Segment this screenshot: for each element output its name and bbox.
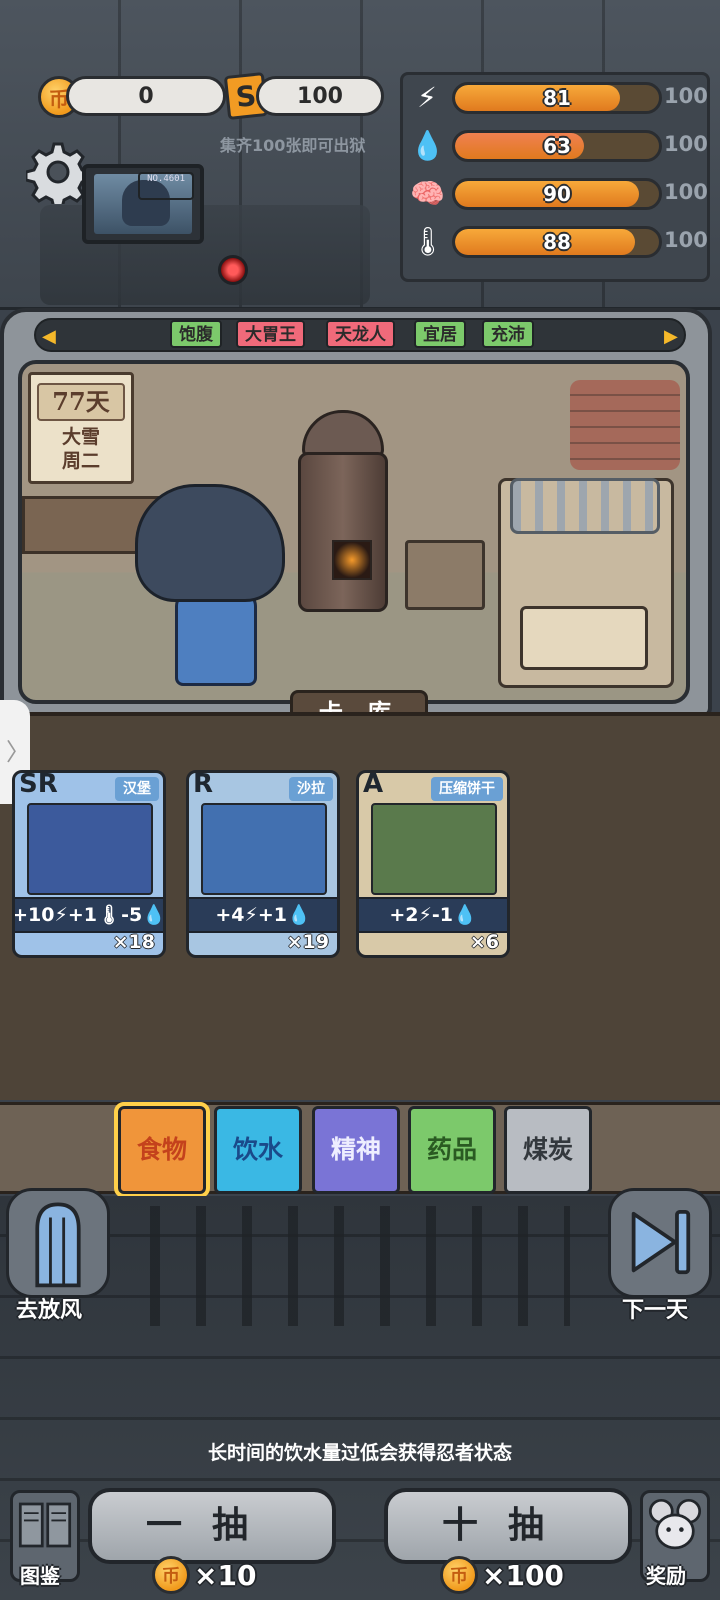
lightning-icon: ⚡ xyxy=(417,81,437,114)
next-day-label: 下一天 xyxy=(622,1298,689,1323)
stat-row-energy: ⚡ 81 100 xyxy=(406,78,708,118)
draw-ten-cost: 币 ×100 xyxy=(440,1556,564,1594)
stat-max: 100 xyxy=(664,84,708,108)
next-day-button[interactable] xyxy=(608,1188,712,1298)
stat-row-water: 💧 63 100 xyxy=(406,126,708,166)
stat-value: 88 xyxy=(543,230,571,254)
settings-gear-icon[interactable] xyxy=(26,140,90,204)
category-tab[interactable]: 煤炭 xyxy=(504,1106,592,1194)
draw-one-cost-value: ×10 xyxy=(194,1558,257,1592)
card-rank: A xyxy=(363,770,384,799)
escape-hint: 集齐100张即可出狱 xyxy=(220,136,366,155)
stat-bar-energy: 81 xyxy=(452,82,662,114)
stove[interactable] xyxy=(298,452,388,612)
stove-fire-icon xyxy=(332,540,372,580)
bed-rail xyxy=(510,478,660,534)
category-tab[interactable]: 食物 xyxy=(114,1102,210,1198)
coin-icon: 币 xyxy=(440,1556,478,1594)
ticket-counter: 100 xyxy=(256,76,384,116)
go-yard-button[interactable] xyxy=(6,1188,110,1298)
card-name: 沙拉 xyxy=(289,777,333,801)
card-effect: +2⚡-1💧 xyxy=(359,897,507,933)
status-tag[interactable]: 天龙人 xyxy=(326,320,395,348)
stat-value: 63 xyxy=(543,134,571,158)
category-tab[interactable]: 饮水 xyxy=(214,1106,302,1194)
draw-ten-cost-value: ×100 xyxy=(482,1558,564,1592)
card-rank: SR xyxy=(19,770,58,799)
tags-next-arrow-icon[interactable]: ▶ xyxy=(664,326,682,348)
door-icon xyxy=(35,1202,81,1288)
card-effect: +4⚡+1💧 xyxy=(189,897,337,933)
catalog-label: 图鉴 xyxy=(20,1564,60,1588)
coin-icon: 币 xyxy=(152,1556,190,1594)
stat-value: 81 xyxy=(543,86,571,110)
draw-one-cost: 币 ×10 xyxy=(152,1556,256,1594)
stat-value: 90 xyxy=(543,182,571,206)
brick-wall-decor xyxy=(570,380,680,470)
thermometer-icon: 🌡 xyxy=(410,225,446,258)
card-art xyxy=(201,803,327,895)
category-tab[interactable]: 药品 xyxy=(408,1106,496,1194)
brain-icon: 🧠 xyxy=(410,177,445,210)
coin-counter: 0 xyxy=(66,76,226,116)
stat-bar-water: 63 xyxy=(452,130,662,162)
pillow xyxy=(520,606,648,670)
status-tag[interactable]: 大胃王 xyxy=(236,320,305,348)
status-tag[interactable]: 充沛 xyxy=(482,320,534,348)
water-drop-icon: 💧 xyxy=(410,129,445,162)
food-card[interactable]: A 压缩饼干 +2⚡-1💧 ×6 xyxy=(356,770,510,958)
card-effect: +10⚡+1🌡-5💧 xyxy=(15,897,163,933)
card-name: 压缩饼干 xyxy=(431,777,503,801)
card-count: ×6 xyxy=(469,931,499,953)
stat-max: 100 xyxy=(664,132,708,156)
weather-label: 大雪 xyxy=(61,426,100,448)
card-art xyxy=(27,803,153,895)
stat-row-temperature: 🌡 88 100 xyxy=(406,222,708,262)
status-tag[interactable]: 宜居 xyxy=(414,320,466,348)
day-count: 77天 xyxy=(37,383,125,421)
category-tab[interactable]: 精神 xyxy=(312,1106,400,1194)
prisoner-number: NO.4601 xyxy=(138,172,194,200)
go-yard-label: 去放风 xyxy=(16,1298,83,1323)
gameplay-tip: 长时间的饮水量过低会获得忍者状态 xyxy=(207,1442,512,1464)
stat-bar-mind: 90 xyxy=(452,178,662,210)
cell-bars xyxy=(150,1206,570,1326)
weekday-label: 周二 xyxy=(61,450,100,472)
card-name: 汉堡 xyxy=(115,777,159,801)
reward-label: 奖励 xyxy=(646,1564,686,1588)
card-rank: R xyxy=(193,770,214,799)
draw-ten-button[interactable]: 十抽 xyxy=(384,1488,632,1564)
status-tag[interactable]: 饱腹 xyxy=(170,320,222,348)
stat-max: 100 xyxy=(664,228,708,252)
prisoner-body[interactable] xyxy=(175,592,257,686)
day-calendar: 77天 大雪 周二 xyxy=(28,372,134,484)
cell-monitor: NO.4601 xyxy=(82,164,204,244)
card-art xyxy=(371,803,497,895)
card-count: ×19 xyxy=(286,931,329,953)
skip-forward-icon xyxy=(631,1210,691,1275)
tags-prev-arrow-icon[interactable]: ◀ xyxy=(42,326,60,348)
card-count: ×18 xyxy=(112,931,155,953)
stat-bar-temperature: 88 xyxy=(452,226,662,258)
stat-max: 100 xyxy=(664,180,708,204)
food-card[interactable]: SR 汉堡 +10⚡+1🌡-5💧 ×18 xyxy=(12,770,166,958)
stat-row-mind: 🧠 90 100 xyxy=(406,174,708,214)
stool xyxy=(405,540,485,610)
prisoner-hair[interactable] xyxy=(135,484,285,602)
book-icon xyxy=(18,1502,72,1548)
food-card[interactable]: R 沙拉 +4⚡+1💧 ×19 xyxy=(186,770,340,958)
alarm-light-icon xyxy=(218,255,248,285)
draw-one-button[interactable]: 一抽 xyxy=(88,1488,336,1564)
mouse-icon xyxy=(648,1498,702,1550)
